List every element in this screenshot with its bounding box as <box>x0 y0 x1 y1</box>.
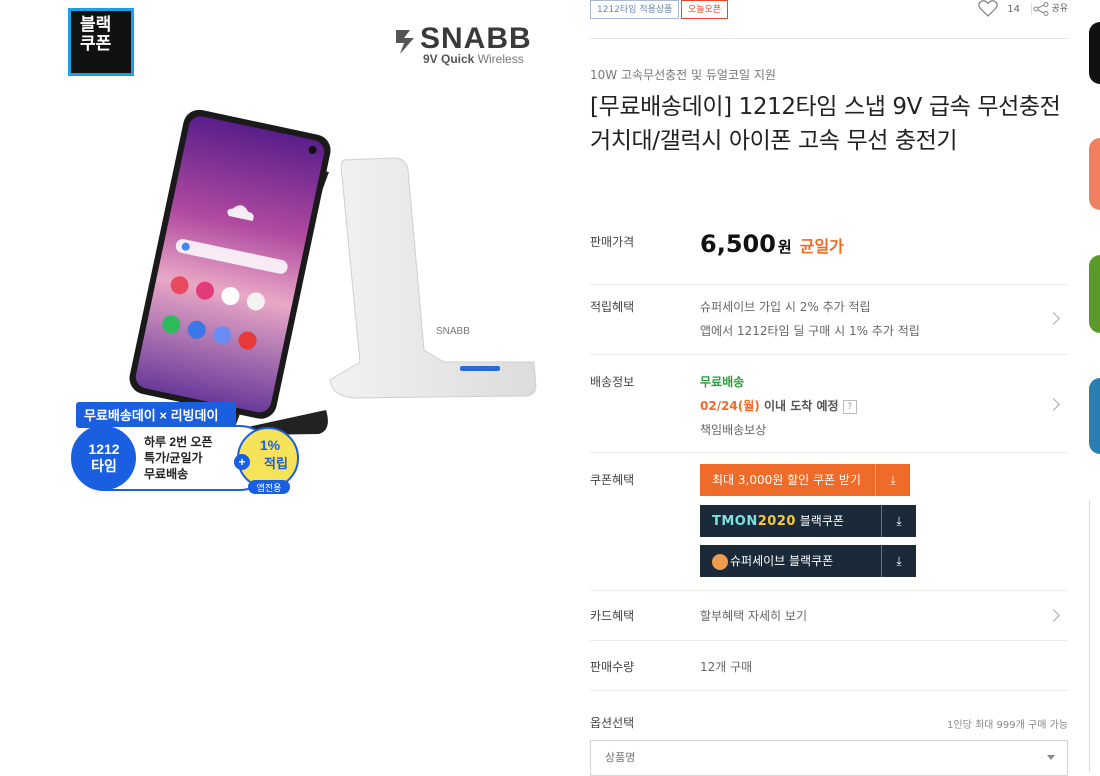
points-chevron-icon[interactable] <box>1047 312 1060 325</box>
option-label: 옵션선택 <box>590 716 635 730</box>
white-stand-image: SNABB <box>329 157 537 399</box>
product-top-bar: 1212타임 적용상품 오늘오픈 14 공유 <box>590 0 1068 39</box>
option-select[interactable]: 상품명 <box>590 740 1068 776</box>
download-icon: ⤓ <box>875 464 910 496</box>
share-button[interactable]: 공유 <box>1033 0 1068 18</box>
badge-1212-applied: 1212타임 적용상품 <box>590 0 680 19</box>
supersave-coupon-text: 슈퍼세이브 블랙쿠폰 <box>730 554 834 568</box>
coupon-download-button[interactable]: 최대 3,000원 할인 쿠폰 받기 ⤓ <box>700 464 910 496</box>
brand-name: SNABB <box>420 22 532 55</box>
card-label: 카드혜택 <box>590 609 635 623</box>
tmon-logo-a: TMON <box>712 514 758 529</box>
product-image[interactable]: SNABB 무료배송데이 × 리빙데이 1212 타임 하루 2번 오픈 특가/… <box>64 100 544 500</box>
promo-desc-line1: 하루 2번 오픈 <box>144 434 213 449</box>
separator <box>590 284 1068 285</box>
black-coupon-line1: 블랙 <box>80 15 112 35</box>
price-label: 판매가격 <box>590 235 635 249</box>
promo-reward-label: 적립 <box>264 456 288 471</box>
badge-open-today: 오늘오픈 <box>681 0 729 19</box>
chevron-down-icon <box>1047 755 1055 760</box>
promo-time-line2: 타임 <box>91 458 117 474</box>
share-icon <box>1033 1 1049 16</box>
coupon-download-label: 최대 3,000원 할인 쿠폰 받기 <box>712 473 861 487</box>
card-benefit-link[interactable]: 할부혜택 자세히 보기 <box>700 607 807 624</box>
delivery-date: 02/24(월) <box>700 399 760 413</box>
tmon-logo-b: 2020 <box>757 514 796 529</box>
points-label: 적립혜택 <box>590 300 635 314</box>
svg-text:+: + <box>238 455 245 469</box>
delivery-help-icon[interactable]: ? <box>842 399 857 414</box>
delivery-label: 배송정보 <box>590 375 635 389</box>
like-count: 14 <box>1007 3 1020 15</box>
side-banner-4[interactable] <box>1089 378 1100 454</box>
brand-subtitle-bold: 9V Quick <box>423 52 475 66</box>
product-subtitle: 10W 고속무선충전 및 듀얼코일 지원 <box>590 68 776 82</box>
card-chevron-icon[interactable] <box>1047 609 1060 622</box>
promo-reward-sub: 앱전용 <box>257 482 282 493</box>
points-line2: 앱에서 1212타임 딜 구매 시 1% 추가 적립 <box>700 324 920 338</box>
option-limit: 1인당 최대 999개 구매 가능 <box>947 720 1068 731</box>
black-coupon-badge[interactable]: 블랙 쿠폰 <box>68 8 134 76</box>
brand-subtitle-rest: Wireless <box>474 52 524 66</box>
separator <box>590 640 1068 641</box>
price-unit: 원 <box>777 238 792 256</box>
price-amount: 6,500 <box>700 230 776 258</box>
delivery-eta: 02/24(월) 이내 도착 예정? <box>700 397 857 414</box>
black-coupon-line2: 쿠폰 <box>80 34 112 54</box>
delivery-guarantee: 책임배송보상 <box>700 423 767 437</box>
points-line1: 슈퍼세이브 가입 시 2% 추가 적립 <box>700 300 871 314</box>
delivery-chevron-icon[interactable] <box>1047 398 1060 411</box>
separator <box>590 590 1068 591</box>
side-banner-2[interactable] <box>1089 138 1100 210</box>
phone-image <box>129 109 331 419</box>
coupon-label: 쿠폰혜택 <box>590 473 635 487</box>
separator <box>590 690 1068 691</box>
tmon-black-coupon-button[interactable]: TMON2020 블랙쿠폰 ⤓ <box>700 505 916 537</box>
sales-count: 12개 구매 <box>700 660 753 674</box>
option-select-placeholder: 상품명 <box>605 751 636 764</box>
sales-label: 판매수량 <box>590 660 635 674</box>
brand-subtitle: 9V Quick Wireless <box>423 52 524 66</box>
supersave-icon <box>712 553 728 570</box>
separator <box>590 354 1068 355</box>
separator <box>590 452 1068 453</box>
product-title: [무료배송데이] 1212타임 스냅 9V 급속 무선충전 거치대/갤럭시 아이… <box>590 94 1061 154</box>
share-label: 공유 <box>1051 4 1068 14</box>
price-note: 균일가 <box>799 237 844 256</box>
tmon-logo: TMON2020 <box>712 514 796 529</box>
delivery-arrival: 이내 도착 예정 <box>759 399 839 413</box>
promo-reward-pct: 1% <box>260 437 281 453</box>
like-button[interactable]: 14 <box>978 0 1020 18</box>
side-banner-3[interactable] <box>1089 255 1100 333</box>
download-icon: ⤓ <box>881 505 916 537</box>
price-value: 6,500 원 균일가 <box>700 230 844 258</box>
supersave-black-coupon-button[interactable]: 슈퍼세이브 블랙쿠폰 ⤓ <box>700 545 916 577</box>
promo-time-line1: 1212 <box>88 441 119 457</box>
promo-desc-line2: 특가/균일가 <box>144 450 203 465</box>
side-banner-1[interactable] <box>1089 22 1100 84</box>
promo-ribbon: 무료배송데이 × 리빙데이 <box>84 408 218 423</box>
download-icon: ⤓ <box>881 545 916 577</box>
promo-desc-line3: 무료배송 <box>144 466 188 481</box>
side-panel <box>1089 500 1100 772</box>
delivery-free: 무료배송 <box>700 375 745 389</box>
heart-icon <box>978 0 998 17</box>
tmon-coupon-text: 블랙쿠폰 <box>795 514 844 528</box>
stand-brand-label: SNABB <box>436 326 470 337</box>
